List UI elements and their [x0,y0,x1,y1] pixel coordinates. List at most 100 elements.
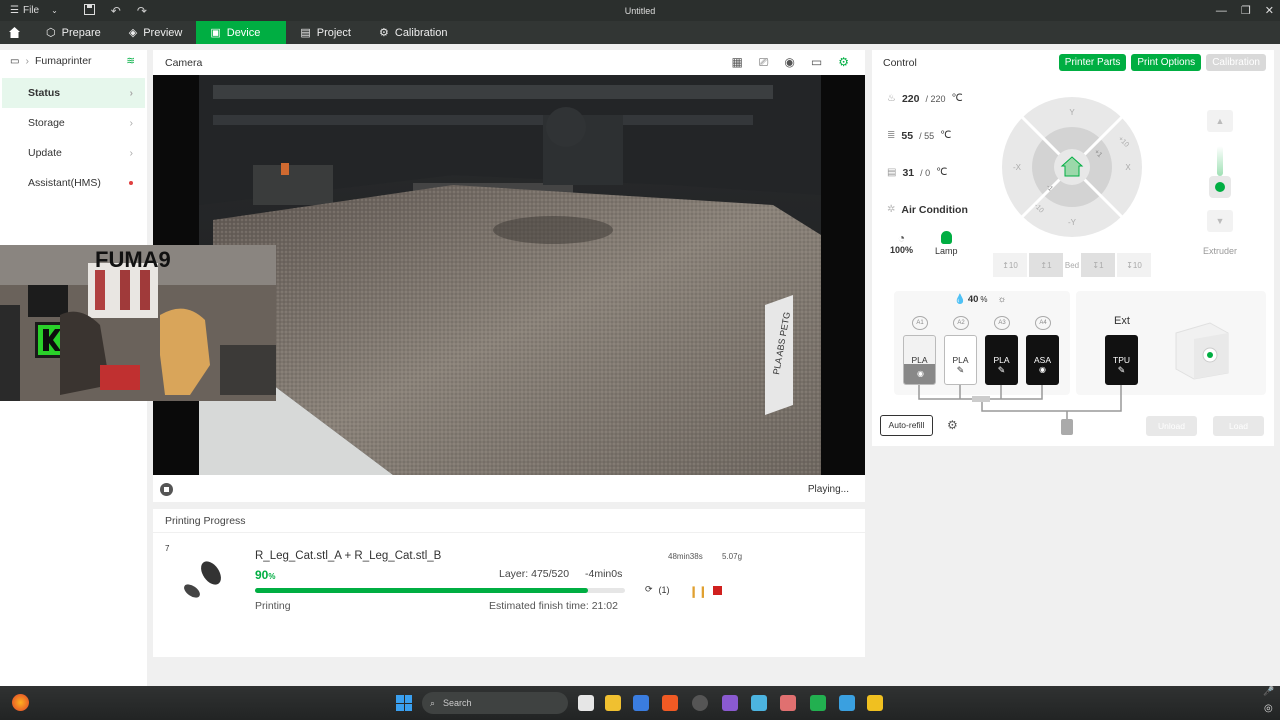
calibration-button[interactable]: Calibration [1206,54,1266,71]
chamber-icon: ▤ [887,167,897,178]
print-options-button[interactable]: Print Options [1131,54,1202,71]
cube-icon: ⬡ [46,27,56,39]
windows-start-icon[interactable] [396,695,412,711]
printer-parts-button[interactable]: Printer Parts [1058,54,1127,71]
bed-heat-icon: ≣ [887,130,896,141]
fan-icon: ✲ [887,204,896,215]
notepad-icon[interactable] [751,695,767,711]
auto-refill-button[interactable]: Auto-refill [880,415,933,436]
taskbar-search[interactable]: ⌕ Search [422,692,568,714]
sidebar-item-storage[interactable]: Storage › [2,108,145,138]
app-icon[interactable] [867,695,883,711]
bed-down-1[interactable]: ↧ 1 [1081,253,1115,277]
app-icon[interactable] [692,695,708,711]
bed-label: Bed [1064,260,1080,270]
tab-preview[interactable]: ◈ Preview [115,21,197,44]
file-menu[interactable]: ☰ File ⌄ [0,5,58,16]
timelapse-icon[interactable]: ▦ [731,55,742,70]
app-icon[interactable] [780,695,796,711]
pause-button[interactable]: ❙❙ [689,585,707,598]
chevron-right-icon: › [25,55,29,67]
sidebar-item-assistant[interactable]: Assistant(HMS) [2,168,145,198]
tab-prepare[interactable]: ⬡ Prepare [32,21,115,44]
settings-icon[interactable]: ⚙ [838,55,849,70]
system-tray-icon[interactable]: ◎ [1264,703,1273,714]
title-bar: ☰ File ⌄ ↶ ↷ Untitled — ❐ ✕ [0,0,1280,21]
sidebar-item-label: Update [28,147,62,159]
nozzle-temp[interactable]: ♨ 220 / 220 ℃ [878,80,974,117]
bed-up-10[interactable]: ↥ 10 [993,253,1027,277]
printer-selector[interactable]: ▭ › Fumaprinter ≋ [0,50,147,72]
tab-prepare-label: Prepare [61,26,101,39]
video-icon[interactable]: ▭ [811,55,822,70]
jog-x-plus[interactable]: X [1125,163,1131,172]
sidebar-item-status[interactable]: Status › [2,78,145,108]
bed-up-1[interactable]: ↥ 1 [1029,253,1063,277]
stop-print-button[interactable] [713,586,722,595]
sidebar-item-label: Storage [28,117,65,129]
fan-speed[interactable]: ◔ 100% [890,231,913,256]
bed-down-10[interactable]: ↧ 10 [1117,253,1151,277]
extruder-down-button[interactable]: ▼ [1207,210,1233,232]
undo-icon[interactable]: ↶ [111,4,121,18]
task-view-icon[interactable] [578,695,594,711]
sidebar-item-update[interactable]: Update › [2,138,145,168]
bed-up-10-label: 10 [1008,260,1018,270]
save-icon[interactable] [83,3,95,18]
jog-x-minus[interactable]: -X [1013,163,1022,172]
stop-stream-button[interactable] [160,482,173,496]
nozzle-current: 220 [901,92,920,105]
bed-current: 55 [901,129,914,142]
jog-y-minus[interactable]: -Y [1068,218,1077,227]
lamp-icon [940,231,952,244]
gear-icon: ⚙ [379,27,389,39]
firefox-icon[interactable] [12,694,29,711]
close-icon[interactable]: ✕ [1265,4,1274,17]
lamp-toggle[interactable]: Lamp [935,231,958,256]
unload-button[interactable]: Unload [1146,416,1197,436]
app-icon[interactable] [633,695,649,711]
redo-icon[interactable]: ↷ [137,4,147,18]
bed-down-10-label: 10 [1132,260,1142,270]
chamber-temp[interactable]: ▤ 31 / 0 ℃ [878,154,974,191]
nozzle-target: / 220 [925,93,946,104]
bed-move-buttons: ↥ 10 ↥ 1 Bed ↧ 1 ↧ 10 [993,253,1151,277]
file-explorer-icon[interactable] [605,695,621,711]
record-icon[interactable]: ◉ [784,55,794,70]
jog-pad[interactable]: Y -Y X -X +10 +1 -1 -10 [1002,94,1142,240]
air-condition[interactable]: ✲ Air Condition [878,191,974,228]
tab-device[interactable]: ▣ Device [196,21,287,44]
wifi-icon: ≋ [126,55,135,67]
app-icon[interactable] [810,695,826,711]
restore-icon[interactable]: ❐ [1241,4,1251,17]
jog-y-plus[interactable]: Y [1069,108,1075,117]
ams-settings-icon[interactable]: ⚙ [947,418,958,432]
bed-target: / 55 [919,130,935,141]
app-icon[interactable] [722,695,738,711]
retry-button[interactable]: ⟳ (1) [645,584,670,595]
bed-down-1-label: 1 [1099,260,1104,270]
load-button[interactable]: Load [1213,416,1264,436]
overlay-text: FUMA9 [95,247,171,272]
extruder-control: ▲ ▼ Extruder [1172,80,1268,320]
camera-switch-icon[interactable]: ⎚ [759,55,769,70]
progress-percent: 90 [255,568,269,582]
extruder-up-button[interactable]: ▲ [1207,110,1233,132]
minimize-icon[interactable]: — [1216,5,1227,17]
microphone-icon[interactable]: 🎤 [1263,686,1274,697]
nozzle-icon: ♨ [887,93,896,104]
printing-progress-panel: Printing Progress 7 R_Leg_Cat.stl_A + R_… [153,509,865,657]
project-icon: ▤ [300,27,311,39]
tab-project[interactable]: ▤ Project [286,21,365,44]
chamber-target: / 0 [920,167,931,178]
fan-speed-value: 100% [890,245,914,255]
main-nav: ⬡ Prepare ◈ Preview ▣ Device ▤ Project ⚙… [0,21,1280,44]
brave-icon[interactable] [662,695,678,711]
finish-time: Estimated finish time: 21:02 [489,600,618,612]
air-condition-label: Air Condition [901,203,968,216]
sidebar-item-label: Assistant(HMS) [28,177,101,189]
app-icon[interactable] [839,695,855,711]
bed-temp[interactable]: ≣ 55 / 55 ℃ [878,117,974,154]
home-button[interactable] [0,21,28,44]
tab-calibration[interactable]: ⚙ Calibration [365,21,461,44]
